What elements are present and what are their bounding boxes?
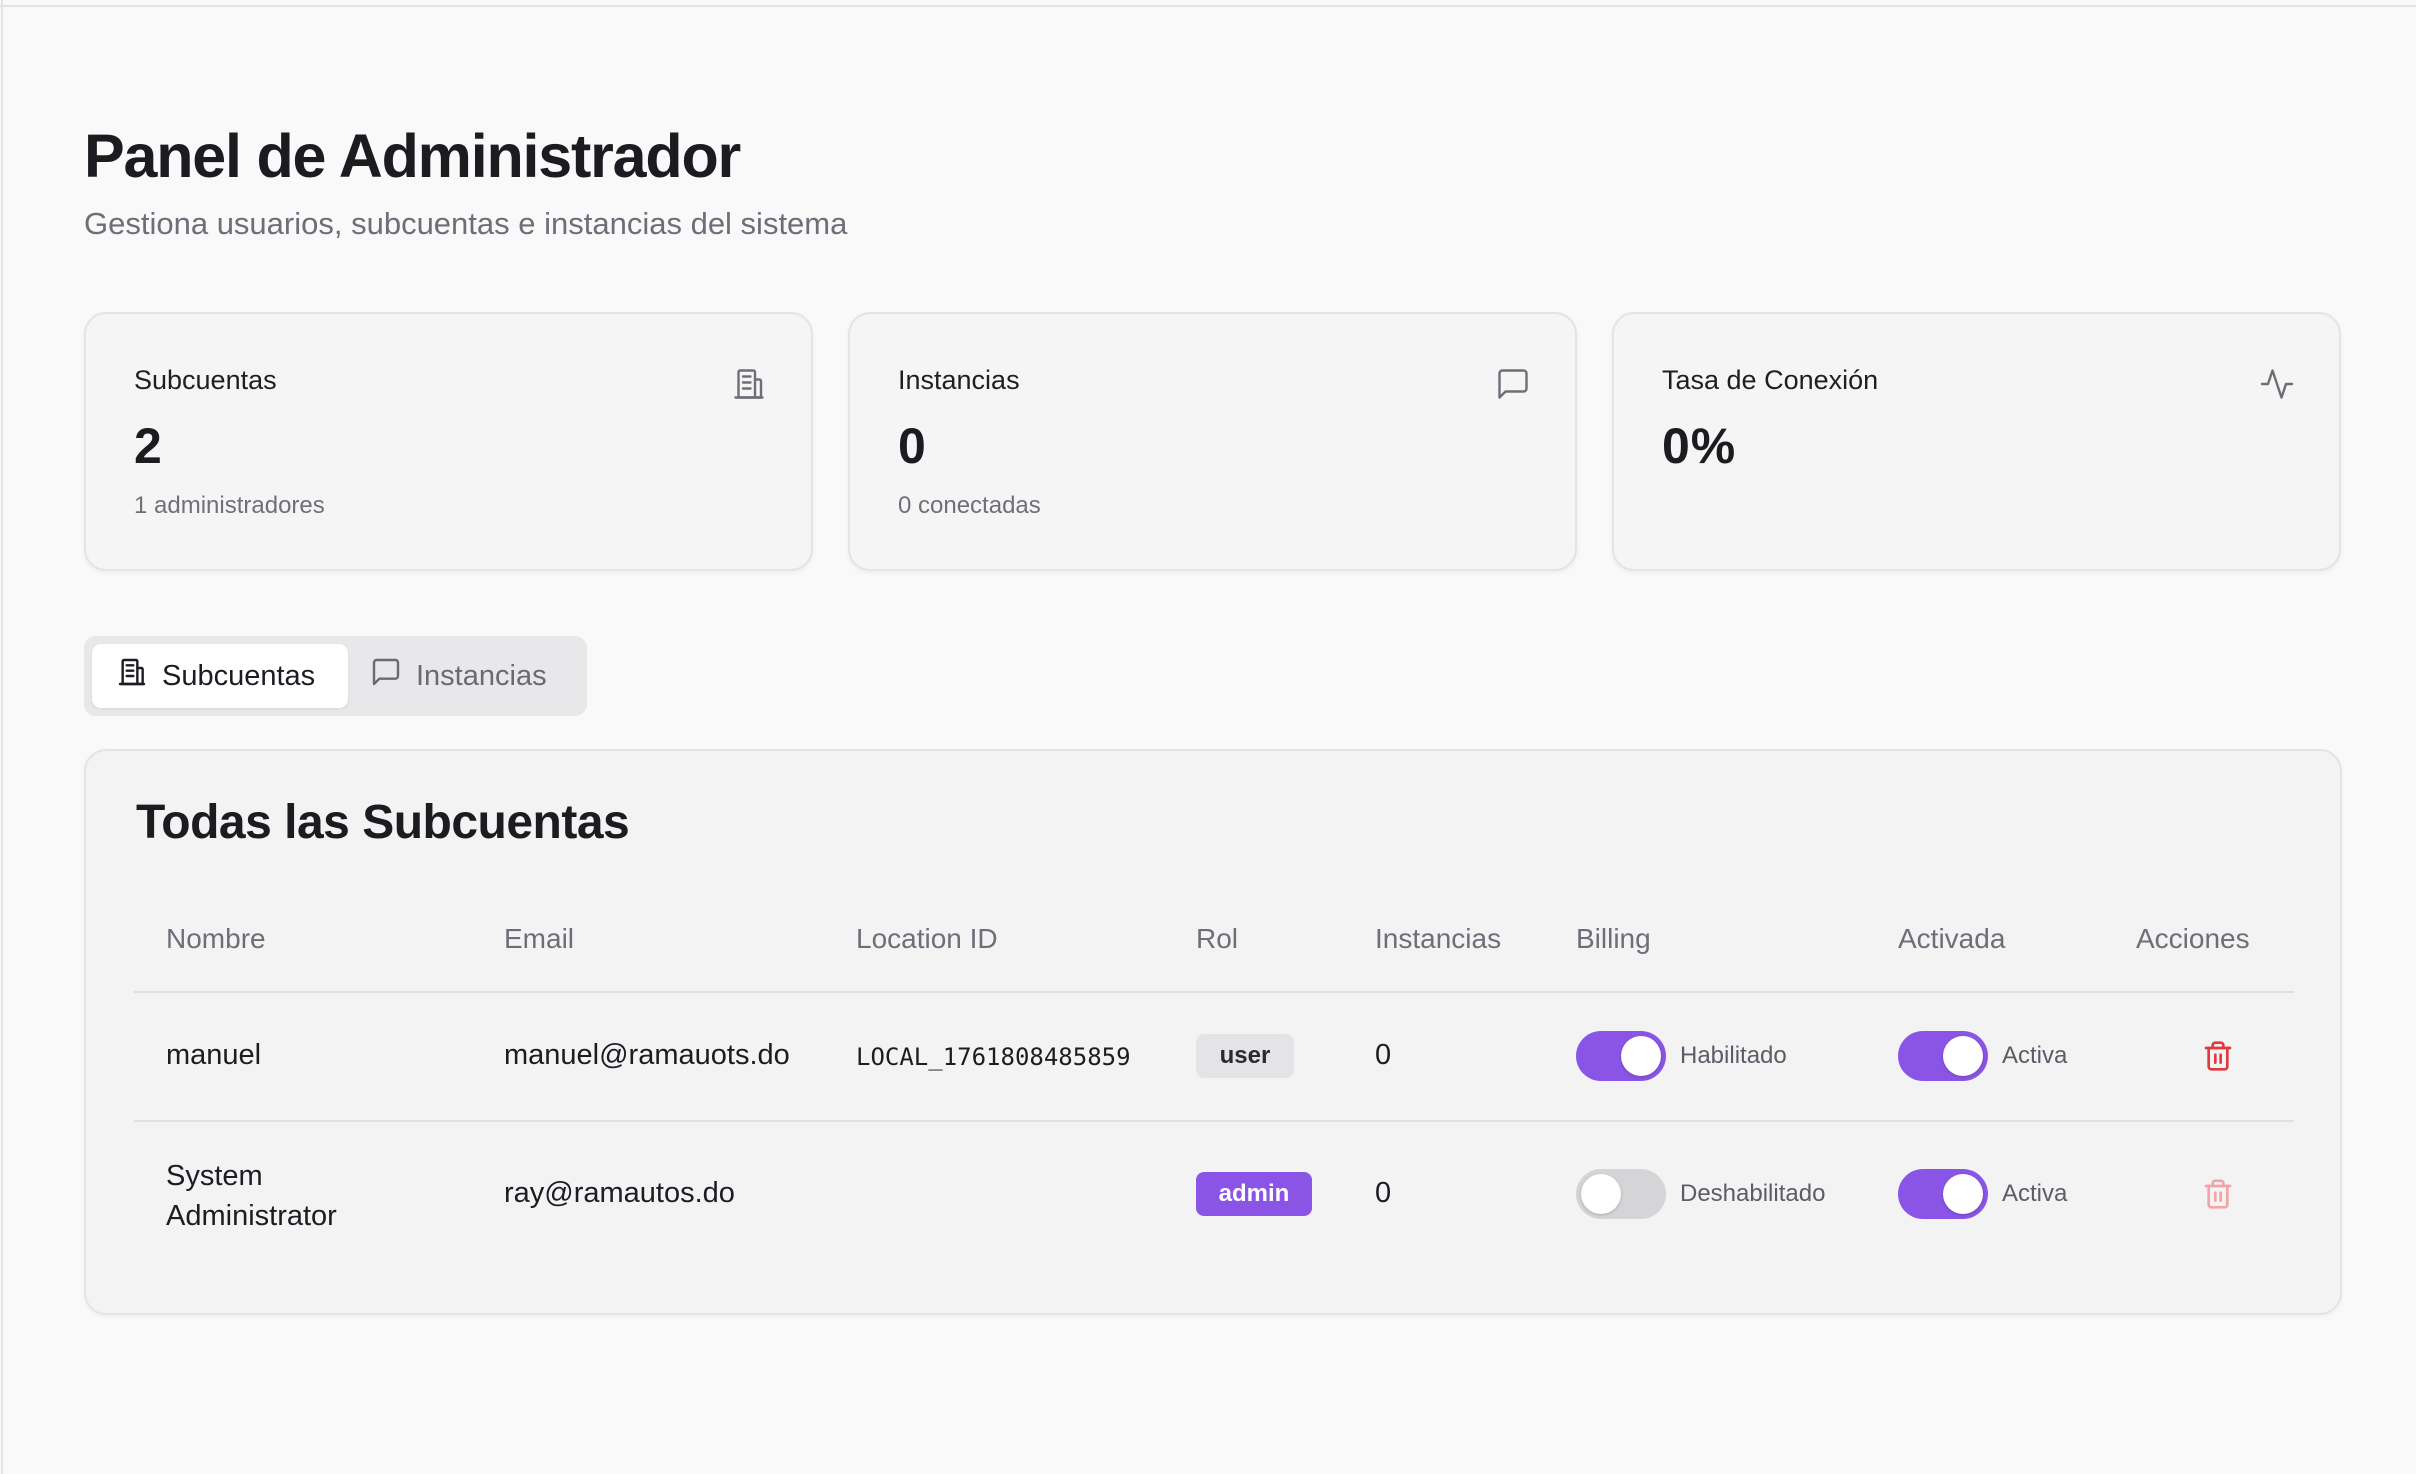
activada-status: Activa (2002, 1042, 2068, 1069)
column-header-activada: Activada (1898, 923, 2006, 954)
cell-instancias: 0 (1375, 1039, 1392, 1071)
stat-value: 0 (898, 418, 927, 474)
column-header-rol: Rol (1196, 923, 1239, 954)
cell-nombre-line2: Administrator (166, 1200, 337, 1232)
message-square-icon (370, 656, 416, 696)
column-header-billing: Billing (1576, 923, 1651, 954)
activada-toggle[interactable] (1898, 1031, 1988, 1081)
page-subtitle: Gestiona usuarios, subcuentas e instanci… (84, 206, 848, 241)
tab-label: Subcuentas (162, 659, 316, 692)
cell-location-id: LOCAL_1761808485859 (856, 1043, 1131, 1071)
billing-toggle[interactable] (1576, 1031, 1666, 1081)
column-header-nombre: Nombre (166, 923, 266, 954)
role-badge: admin (1196, 1172, 1312, 1216)
header-divider (134, 991, 2294, 993)
cell-nombre: manuel (166, 1039, 262, 1071)
stat-label: Tasa de Conexión (1662, 365, 1879, 395)
column-header-acciones: Acciones (2136, 923, 2250, 954)
left-border (0, 0, 3, 1474)
column-header-location-id: Location ID (856, 923, 998, 954)
table-title: Todas las Subcuentas (136, 796, 630, 849)
activada-status: Activa (2002, 1180, 2068, 1207)
building-icon (731, 366, 767, 402)
toggle-knob (1621, 1036, 1661, 1076)
stat-label: Instancias (898, 365, 1020, 395)
stat-value: 2 (134, 418, 163, 474)
billing-status: Deshabilitado (1680, 1180, 1826, 1207)
stat-label: Subcuentas (134, 365, 277, 395)
cell-nombre: System Administrator (166, 1156, 337, 1236)
stat-card-subcuentas: Subcuentas 2 1 administradores (84, 312, 813, 571)
toggle-knob (1943, 1036, 1983, 1076)
billing-toggle[interactable] (1576, 1169, 1666, 1219)
column-header-email: Email (504, 923, 575, 954)
tab-subcuentas[interactable]: Subcuentas (92, 644, 348, 708)
activity-icon (2259, 366, 2295, 402)
top-border (0, 0, 2416, 7)
role-badge: user (1196, 1034, 1294, 1078)
toggle-knob (1943, 1174, 1983, 1214)
building-icon (116, 656, 162, 696)
stat-card-tasa-conexion: Tasa de Conexión 0% (1612, 312, 2341, 571)
page-title: Panel de Administrador (84, 122, 741, 190)
billing-status: Habilitado (1680, 1042, 1787, 1069)
cell-instancias: 0 (1375, 1177, 1392, 1209)
tab-instancias[interactable]: Instancias (350, 644, 578, 708)
stat-sub: 1 administradores (134, 492, 325, 519)
stat-value: 0% (1662, 418, 1737, 474)
subcuentas-panel: Todas las Subcuentas Nombre Email Locati… (84, 749, 2342, 1315)
tab-list: Subcuentas Instancias (84, 636, 587, 716)
delete-icon[interactable] (2202, 1176, 2234, 1212)
toggle-knob (1581, 1174, 1621, 1214)
row-divider (134, 1120, 2294, 1122)
column-header-instancias: Instancias (1375, 923, 1502, 954)
message-square-icon (1495, 366, 1531, 402)
cell-nombre-line1: System (166, 1160, 263, 1192)
delete-icon[interactable] (2202, 1038, 2234, 1074)
tab-label: Instancias (416, 659, 547, 692)
stat-sub: 0 conectadas (898, 492, 1041, 519)
stat-card-instancias: Instancias 0 0 conectadas (848, 312, 1577, 571)
cell-email: ray@ramautos.do (504, 1177, 735, 1209)
activada-toggle[interactable] (1898, 1169, 1988, 1219)
cell-email: manuel@ramauots.do (504, 1039, 790, 1071)
